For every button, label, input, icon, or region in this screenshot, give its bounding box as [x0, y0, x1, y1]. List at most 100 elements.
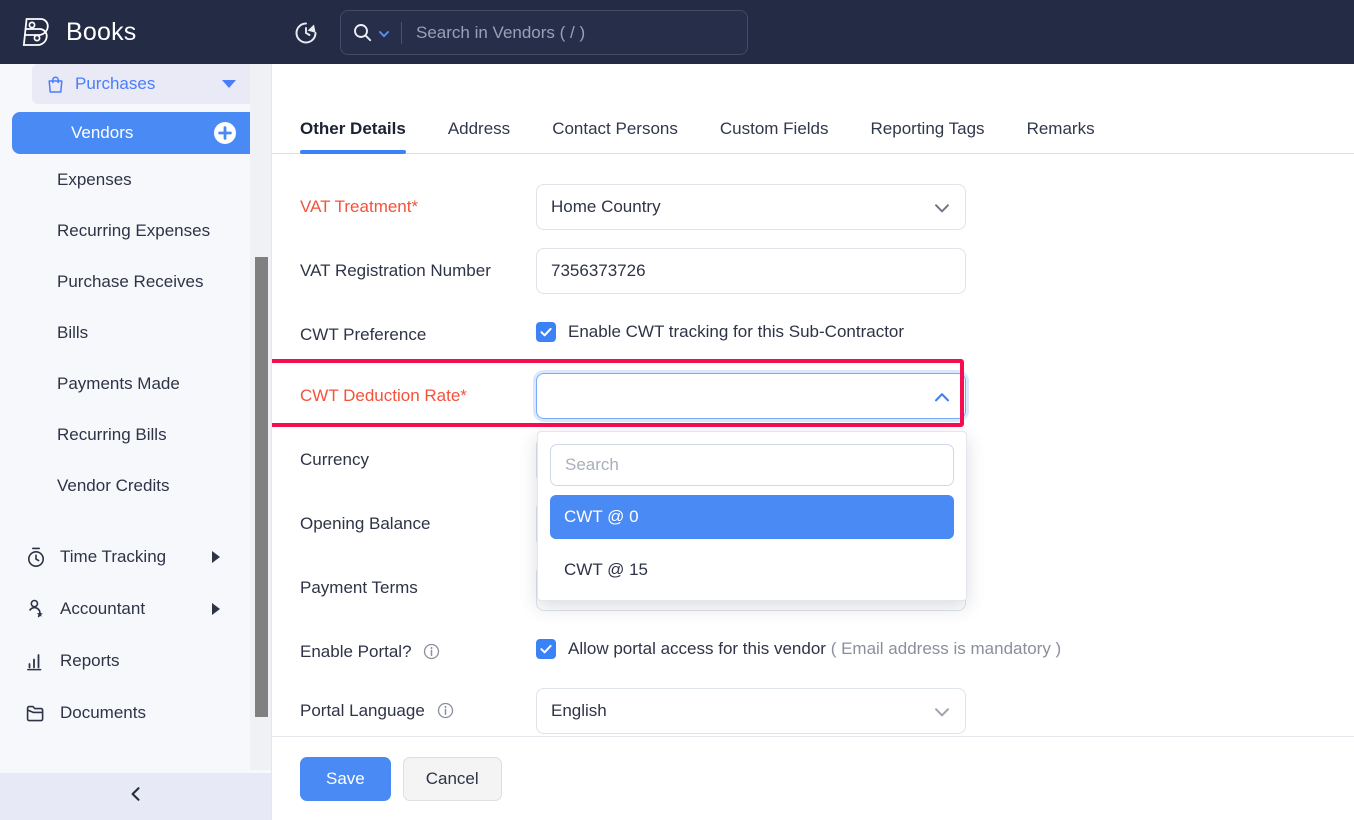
sidebar-scrollbar-thumb[interactable]	[255, 257, 268, 717]
cwt-deduction-rate-select[interactable]	[536, 373, 966, 419]
top-bar: Books	[0, 0, 1354, 64]
sidebar-item-label: Vendors	[71, 123, 133, 143]
sidebar-item-accountant[interactable]: Accountant	[0, 583, 250, 635]
search-input[interactable]	[402, 23, 747, 43]
tab-label: Contact Persons	[552, 119, 678, 138]
field-label-vat-registration: VAT Registration Number	[300, 248, 536, 285]
sidebar: Purchases Vendors Expenses Recurring Exp…	[0, 64, 272, 820]
search-icon	[353, 23, 372, 42]
bar-chart-icon	[25, 650, 47, 672]
sidebar-item-purchase-receives[interactable]: Purchase Receives	[0, 256, 250, 307]
vat-registration-control	[536, 248, 966, 294]
sidebar-item-label: Reports	[60, 651, 120, 671]
field-row-enable-portal: Enable Portal?	[300, 629, 1354, 666]
sidebar-item-label: Purchase Receives	[57, 272, 203, 292]
cwt-deduction-rate-control	[536, 373, 966, 419]
chevron-down-icon[interactable]	[378, 27, 390, 39]
sidebar-item-documents[interactable]: Documents	[0, 687, 250, 739]
sidebar-item-expenses[interactable]: Expenses	[0, 154, 250, 205]
tab-bar: Other Details Address Contact Persons Cu…	[272, 64, 1354, 154]
sidebar-item-vendor-credits[interactable]: Vendor Credits	[0, 460, 250, 511]
shopping-bag-icon	[46, 75, 65, 94]
chevron-left-icon	[127, 785, 145, 808]
cancel-button[interactable]: Cancel	[403, 757, 502, 801]
form-footer: Save Cancel	[272, 736, 1354, 820]
dropdown-option-cwt-0[interactable]: CWT @ 0	[550, 495, 954, 539]
sidebar-item-recurring-bills[interactable]: Recurring Bills	[0, 409, 250, 460]
sidebar-item-reports[interactable]: Reports	[0, 635, 250, 687]
stopwatch-icon	[25, 546, 47, 568]
info-circle-icon[interactable]	[423, 641, 440, 658]
tab-label: Reporting Tags	[871, 119, 985, 138]
sidebar-item-time-tracking[interactable]: Time Tracking	[0, 531, 250, 583]
sidebar-divider	[0, 511, 250, 531]
sidebar-item-label: Vendor Credits	[57, 476, 169, 496]
caret-right-icon	[212, 551, 220, 563]
tab-contact-persons[interactable]: Contact Persons	[552, 119, 678, 153]
enable-portal-checkbox-note: ( Email address is mandatory )	[831, 639, 1062, 658]
sidebar-group-label: Purchases	[75, 74, 155, 94]
vat-registration-input[interactable]	[536, 248, 966, 294]
tab-label: Remarks	[1027, 119, 1095, 138]
cwt-preference-checkbox-row[interactable]: Enable CWT tracking for this Sub-Contrac…	[536, 312, 1176, 342]
enable-portal-checkbox-row[interactable]: Allow portal access for this vendor ( Em…	[536, 629, 1296, 659]
sidebar-collapse-button[interactable]	[0, 773, 272, 820]
portal-language-select[interactable]	[536, 688, 966, 734]
field-label-portal-language: Portal Language	[300, 688, 536, 725]
sidebar-group-purchases[interactable]: Purchases	[32, 64, 250, 104]
field-label-currency: Currency	[300, 437, 536, 474]
field-row-vat-registration: VAT Registration Number	[300, 248, 1354, 294]
tab-remarks[interactable]: Remarks	[1027, 119, 1095, 153]
field-label-cwt-preference: CWT Preference	[300, 312, 536, 349]
plus-circle-icon[interactable]	[214, 122, 236, 144]
info-circle-icon[interactable]	[437, 700, 454, 717]
field-row-portal-language: Portal Language	[300, 688, 1354, 734]
save-button[interactable]: Save	[300, 757, 391, 801]
sidebar-item-label: Recurring Bills	[57, 425, 167, 445]
field-label-payment-terms: Payment Terms	[300, 565, 536, 602]
field-label-enable-portal: Enable Portal?	[300, 629, 536, 666]
sidebar-item-label: Recurring Expenses	[57, 221, 210, 241]
sidebar-item-label: Payments Made	[57, 374, 180, 394]
sidebar-scroll-area: Purchases Vendors Expenses Recurring Exp…	[0, 64, 250, 770]
checkbox-checked-icon[interactable]	[536, 639, 556, 659]
sidebar-item-payments-made[interactable]: Payments Made	[0, 358, 250, 409]
cwt-preference-control: Enable CWT tracking for this Sub-Contrac…	[536, 312, 1176, 342]
vendor-other-details-form: VAT Treatment* VAT Registration Number	[272, 154, 1354, 774]
brand[interactable]: Books	[20, 10, 136, 54]
field-row-cwt-deduction-rate: CWT Deduction Rate*	[300, 373, 1354, 419]
caret-down-icon	[222, 80, 236, 88]
dropdown-option-label: CWT @ 15	[564, 560, 648, 580]
dropdown-option-cwt-15[interactable]: CWT @ 15	[550, 548, 954, 592]
enable-portal-control: Allow portal access for this vendor ( Em…	[536, 629, 1296, 659]
enable-portal-checkbox-label: Allow portal access for this vendor ( Em…	[568, 639, 1061, 659]
sidebar-item-label: Time Tracking	[60, 547, 166, 567]
tab-address[interactable]: Address	[448, 119, 510, 153]
app-root: Books	[0, 0, 1354, 820]
dropdown-search-input[interactable]	[550, 444, 954, 486]
enable-portal-checkbox-text: Allow portal access for this vendor	[568, 639, 826, 658]
sidebar-item-recurring-expenses[interactable]: Recurring Expenses	[0, 205, 250, 256]
dropdown-option-label: CWT @ 0	[564, 507, 639, 527]
clock-timer-icon[interactable]	[292, 19, 320, 47]
sidebar-item-vendors[interactable]: Vendors	[12, 112, 250, 154]
brand-name: Books	[66, 18, 136, 47]
enable-portal-label-text: Enable Portal?	[300, 642, 412, 661]
tab-other-details[interactable]: Other Details	[300, 119, 406, 153]
tab-custom-fields[interactable]: Custom Fields	[720, 119, 829, 153]
portal-language-label-text: Portal Language	[300, 701, 425, 720]
cwt-preference-checkbox-label: Enable CWT tracking for this Sub-Contrac…	[568, 322, 904, 342]
vat-treatment-select[interactable]	[536, 184, 966, 230]
tab-reporting-tags[interactable]: Reporting Tags	[871, 119, 985, 153]
global-search-bar[interactable]	[340, 10, 748, 55]
checkbox-checked-icon[interactable]	[536, 322, 556, 342]
field-label-cwt-deduction-rate: CWT Deduction Rate*	[300, 373, 536, 410]
tab-label: Other Details	[300, 119, 406, 138]
tab-label: Custom Fields	[720, 119, 829, 138]
sidebar-item-bills[interactable]: Bills	[0, 307, 250, 358]
field-label-vat-treatment: VAT Treatment*	[300, 184, 536, 221]
field-row-vat-treatment: VAT Treatment*	[300, 184, 1354, 230]
cwt-deduction-rate-dropdown: CWT @ 0 CWT @ 15	[537, 431, 967, 601]
person-star-icon	[25, 598, 47, 620]
sidebar-item-label: Accountant	[60, 599, 145, 619]
